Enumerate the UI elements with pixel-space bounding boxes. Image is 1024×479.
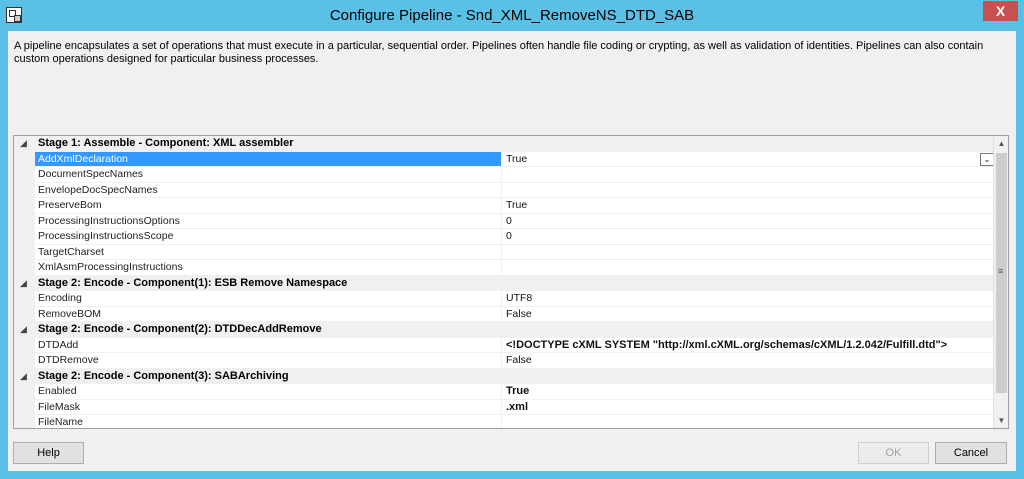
row-gutter [14,229,35,244]
collapse-triangle-icon[interactable]: ◢ [20,371,27,382]
property-value[interactable]: True [503,384,995,399]
property-grid-rows: ◢ Stage 1: Assemble - Component: XML asse… [14,136,995,428]
property-name[interactable]: DocumentSpecNames [35,167,502,182]
grid-property-row[interactable]: DTDRemove False [14,353,995,369]
grid-property-row[interactable]: TargetCharset [14,244,995,260]
grid-property-row[interactable]: Encoding UTF8 [14,291,995,307]
property-name[interactable]: EnvelopeDocSpecNames [35,182,502,197]
cancel-button[interactable]: Cancel [935,442,1007,464]
property-value[interactable]: True ⌄ [503,152,995,167]
grid-property-row[interactable]: Enabled True [14,384,995,400]
property-value-text: False [506,307,532,320]
collapse-triangle-icon[interactable]: ◢ [20,138,27,149]
grid-property-row[interactable]: AddXmlDeclaration True ⌄ [14,151,995,167]
property-value-text: 0 [506,230,512,242]
grid-category-label: Stage 1: Assemble - Component: XML assem… [38,137,294,149]
grid-category-label: Stage 2: Encode - Component(3): SABArchi… [38,369,289,382]
property-name[interactable]: XmlAsmProcessingInstructions [35,260,502,275]
grid-property-row[interactable]: DocumentSpecNames [14,167,995,183]
property-name[interactable]: FileName [35,415,502,428]
grid-category-label: Stage 2: Encode - Component(2): DTDDecAd… [38,323,322,335]
row-gutter [14,384,35,399]
property-name[interactable]: Encoding [35,291,502,306]
property-value[interactable] [503,183,995,198]
grid-property-row[interactable]: DTDAdd <!DOCTYPE cXML SYSTEM "http://xml.… [14,337,995,353]
grid-property-row[interactable]: EnvelopeDocSpecNames [14,182,995,198]
property-name[interactable]: ProcessingInstructionsOptions [35,213,502,228]
row-gutter [14,260,35,275]
property-name[interactable]: PreserveBom [35,198,502,213]
row-gutter [14,399,35,414]
property-name[interactable]: ProcessingInstructionsScope [35,229,502,244]
row-gutter [14,182,35,197]
property-name[interactable]: AddXmlDeclaration [35,151,502,166]
window-title: Configure Pipeline - Snd_XML_RemoveNS_DT… [329,7,695,24]
property-name[interactable]: FileMask [35,399,502,414]
property-value-text: False [506,354,532,366]
property-value-text: 0 [506,214,512,227]
row-gutter [14,291,35,306]
grid-property-row[interactable]: RemoveBOM False [14,306,995,322]
vertical-scrollbar[interactable]: ▲ ≡ ▼ [993,136,1008,428]
description-text: A pipeline encapsulates a set of operati… [14,40,984,65]
help-button[interactable]: Help [13,442,84,464]
grid-category-row[interactable]: ◢ Stage 2: Encode - Component(2): DTDDecA… [14,322,995,338]
collapse-triangle-icon[interactable]: ◢ [20,278,27,289]
ok-button[interactable]: OK [858,442,929,464]
property-value[interactable]: True [503,198,995,213]
property-value[interactable]: UTF8 [503,291,995,306]
row-gutter [14,353,35,368]
grid-property-row[interactable]: FileMask .xml [14,399,995,415]
property-value[interactable]: <!DOCTYPE cXML SYSTEM "http://xml.cXML.o… [503,338,995,353]
collapse-triangle-icon[interactable]: ◢ [20,324,27,335]
grid-category-row[interactable]: ◢ Stage 2: Encode - Component(1): ESB Rem… [14,275,995,291]
property-value-text: UTF8 [506,292,533,304]
row-gutter [14,415,35,428]
scroll-grip-icon: ≡ [998,266,1004,276]
property-value-text: True [506,199,528,211]
property-value[interactable] [503,260,995,275]
property-value[interactable] [503,167,995,182]
grid-category-row[interactable]: ◢ Stage 2: Encode - Component(3): SABArch… [14,368,995,384]
row-gutter [14,213,35,228]
property-grid: ◢ Stage 1: Assemble - Component: XML asse… [13,135,1009,429]
grid-category-row[interactable]: ◢ Stage 1: Assemble - Component: XML asse… [14,136,995,152]
property-name[interactable]: DTDRemove [35,353,502,368]
property-name[interactable]: DTDAdd [35,337,502,352]
value-dropdown-button[interactable]: ⌄ [980,152,994,166]
row-gutter [14,151,35,166]
property-name[interactable]: TargetCharset [35,244,502,259]
property-value-text: <!DOCTYPE cXML SYSTEM "http://xml.cXML.o… [506,338,948,351]
row-gutter [14,244,35,259]
property-value-text: .xml [506,400,529,413]
close-button[interactable]: X [983,1,1018,21]
grid-property-row[interactable]: ProcessingInstructionsScope 0 [14,229,995,245]
grid-property-row[interactable]: PreserveBom True [14,198,995,214]
property-value[interactable]: 0 [503,214,995,229]
row-gutter [14,306,35,321]
title-bar[interactable]: Configure Pipeline - Snd_XML_RemoveNS_DT… [0,0,1024,31]
scroll-up-button[interactable]: ▲ [994,136,1008,151]
property-value[interactable] [503,415,995,428]
grid-category-label: Stage 2: Encode - Component(1): ESB Remo… [38,276,348,289]
grid-property-row[interactable]: ProcessingInstructionsOptions 0 [14,213,995,229]
property-value-text: True [506,152,528,165]
property-value[interactable]: 0 [503,229,995,244]
configure-pipeline-dialog: Configure Pipeline - Snd_XML_RemoveNS_DT… [0,0,1024,479]
property-value[interactable]: False [503,353,995,368]
property-name[interactable]: Enabled [35,384,502,399]
grid-property-row[interactable]: XmlAsmProcessingInstructions [14,260,995,276]
row-gutter [14,337,35,352]
property-name[interactable]: RemoveBOM [35,306,502,321]
scroll-thumb[interactable]: ≡ [996,153,1007,393]
row-gutter [14,198,35,213]
property-value[interactable]: False [503,307,995,322]
scroll-down-button[interactable]: ▼ [994,413,1008,428]
grid-property-row[interactable]: FileName [14,415,995,428]
row-gutter [14,167,35,182]
property-value[interactable]: .xml [503,400,995,415]
property-value-text: True [506,385,530,397]
property-value[interactable] [503,245,995,260]
dialog-body: A pipeline encapsulates a set of operati… [8,31,1016,471]
